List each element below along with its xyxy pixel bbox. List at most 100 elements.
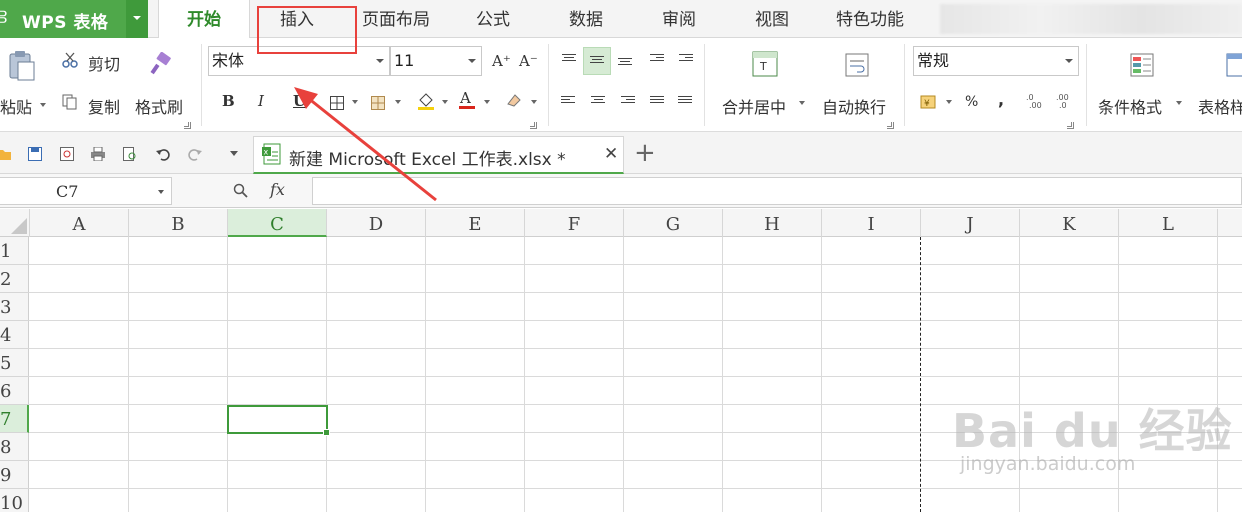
font-size-value: 11 [394, 51, 415, 70]
copy-label[interactable]: 复制 [88, 94, 120, 118]
column-header-g[interactable]: G [624, 209, 723, 237]
merge-center-icon[interactable]: T [752, 51, 778, 81]
font-color-dropdown-icon[interactable] [484, 100, 490, 104]
align-bottom-icon[interactable] [618, 58, 632, 70]
column-header-b[interactable]: B [129, 209, 228, 237]
column-header-h[interactable]: H [723, 209, 822, 237]
column-header-c[interactable]: C [228, 209, 327, 237]
paste-icon[interactable] [4, 48, 38, 82]
column-header-d[interactable]: D [327, 209, 426, 237]
alignment-launcher-icon[interactable] [887, 122, 894, 129]
redo-icon[interactable] [188, 146, 202, 161]
justify-icon[interactable] [650, 96, 664, 108]
decrease-indent-icon[interactable] [650, 54, 664, 66]
tab-data[interactable]: 数据 [553, 0, 619, 38]
distributed-align-icon[interactable] [678, 96, 692, 108]
wrap-text-label[interactable]: 自动换行 [822, 94, 886, 118]
number-launcher-icon[interactable] [1067, 122, 1074, 129]
row-header-3[interactable]: 3 [0, 293, 29, 321]
column-header-k[interactable]: K [1020, 209, 1119, 237]
row-header-10[interactable]: 10 [0, 489, 29, 512]
row-header-8[interactable]: 8 [0, 433, 29, 461]
font-size-select[interactable]: 11 [390, 46, 482, 76]
currency-icon[interactable]: ¥ [920, 93, 938, 113]
separator [201, 44, 202, 126]
increase-font-button[interactable]: A⁺ [492, 52, 511, 70]
name-box-dropdown-icon[interactable] [158, 190, 164, 194]
tab-formulas[interactable]: 公式 [460, 0, 526, 38]
open-icon[interactable] [0, 146, 12, 160]
format-painter-label[interactable]: 格式刷 [135, 94, 183, 118]
undo-icon[interactable] [156, 146, 170, 161]
tab-home[interactable]: 开始 [158, 0, 250, 39]
column-header-a[interactable]: A [30, 209, 129, 237]
align-middle-button[interactable] [583, 47, 611, 75]
tab-page-layout[interactable]: 页面布局 [354, 0, 438, 38]
row-header-2[interactable]: 2 [0, 265, 29, 293]
row-header-4[interactable]: 4 [0, 321, 29, 349]
baidu-watermark: Bai du 经验 jingyan.baidu.com [952, 395, 1233, 475]
table-style-label[interactable]: 表格样 [1198, 94, 1242, 118]
close-tab-icon[interactable]: ✕ [604, 144, 618, 164]
increase-decimal-icon[interactable]: .0.00 [1026, 93, 1042, 113]
number-format-select[interactable]: 常规 [913, 46, 1079, 76]
cut-label[interactable]: 剪切 [88, 51, 120, 75]
wrap-text-icon[interactable] [845, 53, 869, 81]
font-color-icon[interactable]: A [458, 89, 476, 114]
column-header-e[interactable]: E [426, 209, 525, 237]
print-icon[interactable] [91, 146, 105, 162]
column-header-j[interactable]: J [921, 209, 1020, 237]
print-preview-icon[interactable] [123, 146, 137, 161]
zoom-search-icon[interactable] [233, 183, 249, 203]
clear-format-dropdown-icon[interactable] [531, 100, 537, 104]
row-header-1[interactable]: 1 [0, 237, 29, 265]
bold-button[interactable]: B [222, 92, 235, 110]
save-icon[interactable] [28, 146, 42, 161]
comma-button[interactable]: , [998, 90, 1004, 109]
merge-center-dropdown-icon[interactable] [799, 101, 805, 105]
tab-special-features[interactable]: 特色功能 [826, 0, 914, 38]
decrease-font-button[interactable]: A⁻ [519, 52, 538, 70]
select-all-corner[interactable] [0, 209, 30, 237]
column-header-l[interactable]: L [1119, 209, 1218, 237]
formula-input[interactable] [312, 177, 1242, 205]
selected-cell-c7[interactable] [227, 405, 330, 436]
row-header-7[interactable]: 7 [0, 405, 29, 433]
percent-button[interactable]: % [965, 94, 978, 110]
table-style-icon[interactable] [1226, 53, 1242, 81]
cut-icon[interactable] [62, 52, 78, 72]
clear-format-icon[interactable] [506, 92, 522, 112]
align-right-icon[interactable] [621, 96, 635, 108]
row-header-6[interactable]: 6 [0, 377, 29, 405]
copy-icon[interactable] [62, 94, 78, 114]
new-tab-button[interactable]: + [634, 138, 656, 168]
font-launcher-icon[interactable] [530, 122, 537, 129]
italic-button[interactable]: I [258, 92, 264, 110]
svg-text:A: A [459, 90, 471, 107]
column-header-i[interactable]: I [822, 209, 921, 237]
format-painter-icon[interactable] [150, 51, 174, 80]
align-center-icon[interactable] [591, 96, 605, 108]
conditional-format-icon[interactable] [1130, 53, 1154, 81]
wps-app-menu-button[interactable]: ⫖ WPS 表格 [0, 0, 148, 38]
column-header-f[interactable]: F [525, 209, 624, 237]
clipboard-launcher-icon[interactable] [184, 122, 191, 129]
conditional-format-label[interactable]: 条件格式 [1098, 94, 1162, 118]
align-top-icon[interactable] [562, 54, 576, 66]
app-menu-dropdown[interactable] [126, 0, 148, 38]
tab-view[interactable]: 视图 [739, 0, 805, 38]
row-header-9[interactable]: 9 [0, 461, 29, 489]
paste-label[interactable]: 粘贴 [0, 94, 32, 118]
row-header-5[interactable]: 5 [0, 349, 29, 377]
decrease-decimal-icon[interactable]: .00.0 [1056, 93, 1072, 113]
export-pdf-icon[interactable] [60, 146, 74, 161]
name-box[interactable]: C7 [0, 177, 172, 205]
tab-review[interactable]: 审阅 [646, 0, 712, 38]
align-left-icon[interactable] [561, 96, 575, 108]
conditional-format-dropdown-icon[interactable] [1176, 101, 1182, 105]
currency-dropdown-icon[interactable] [946, 100, 952, 104]
paste-dropdown-icon[interactable] [40, 103, 46, 107]
increase-indent-icon[interactable] [679, 54, 693, 66]
customize-toolbar-icon[interactable] [230, 151, 238, 156]
merge-center-label[interactable]: 合并居中 [722, 94, 786, 118]
